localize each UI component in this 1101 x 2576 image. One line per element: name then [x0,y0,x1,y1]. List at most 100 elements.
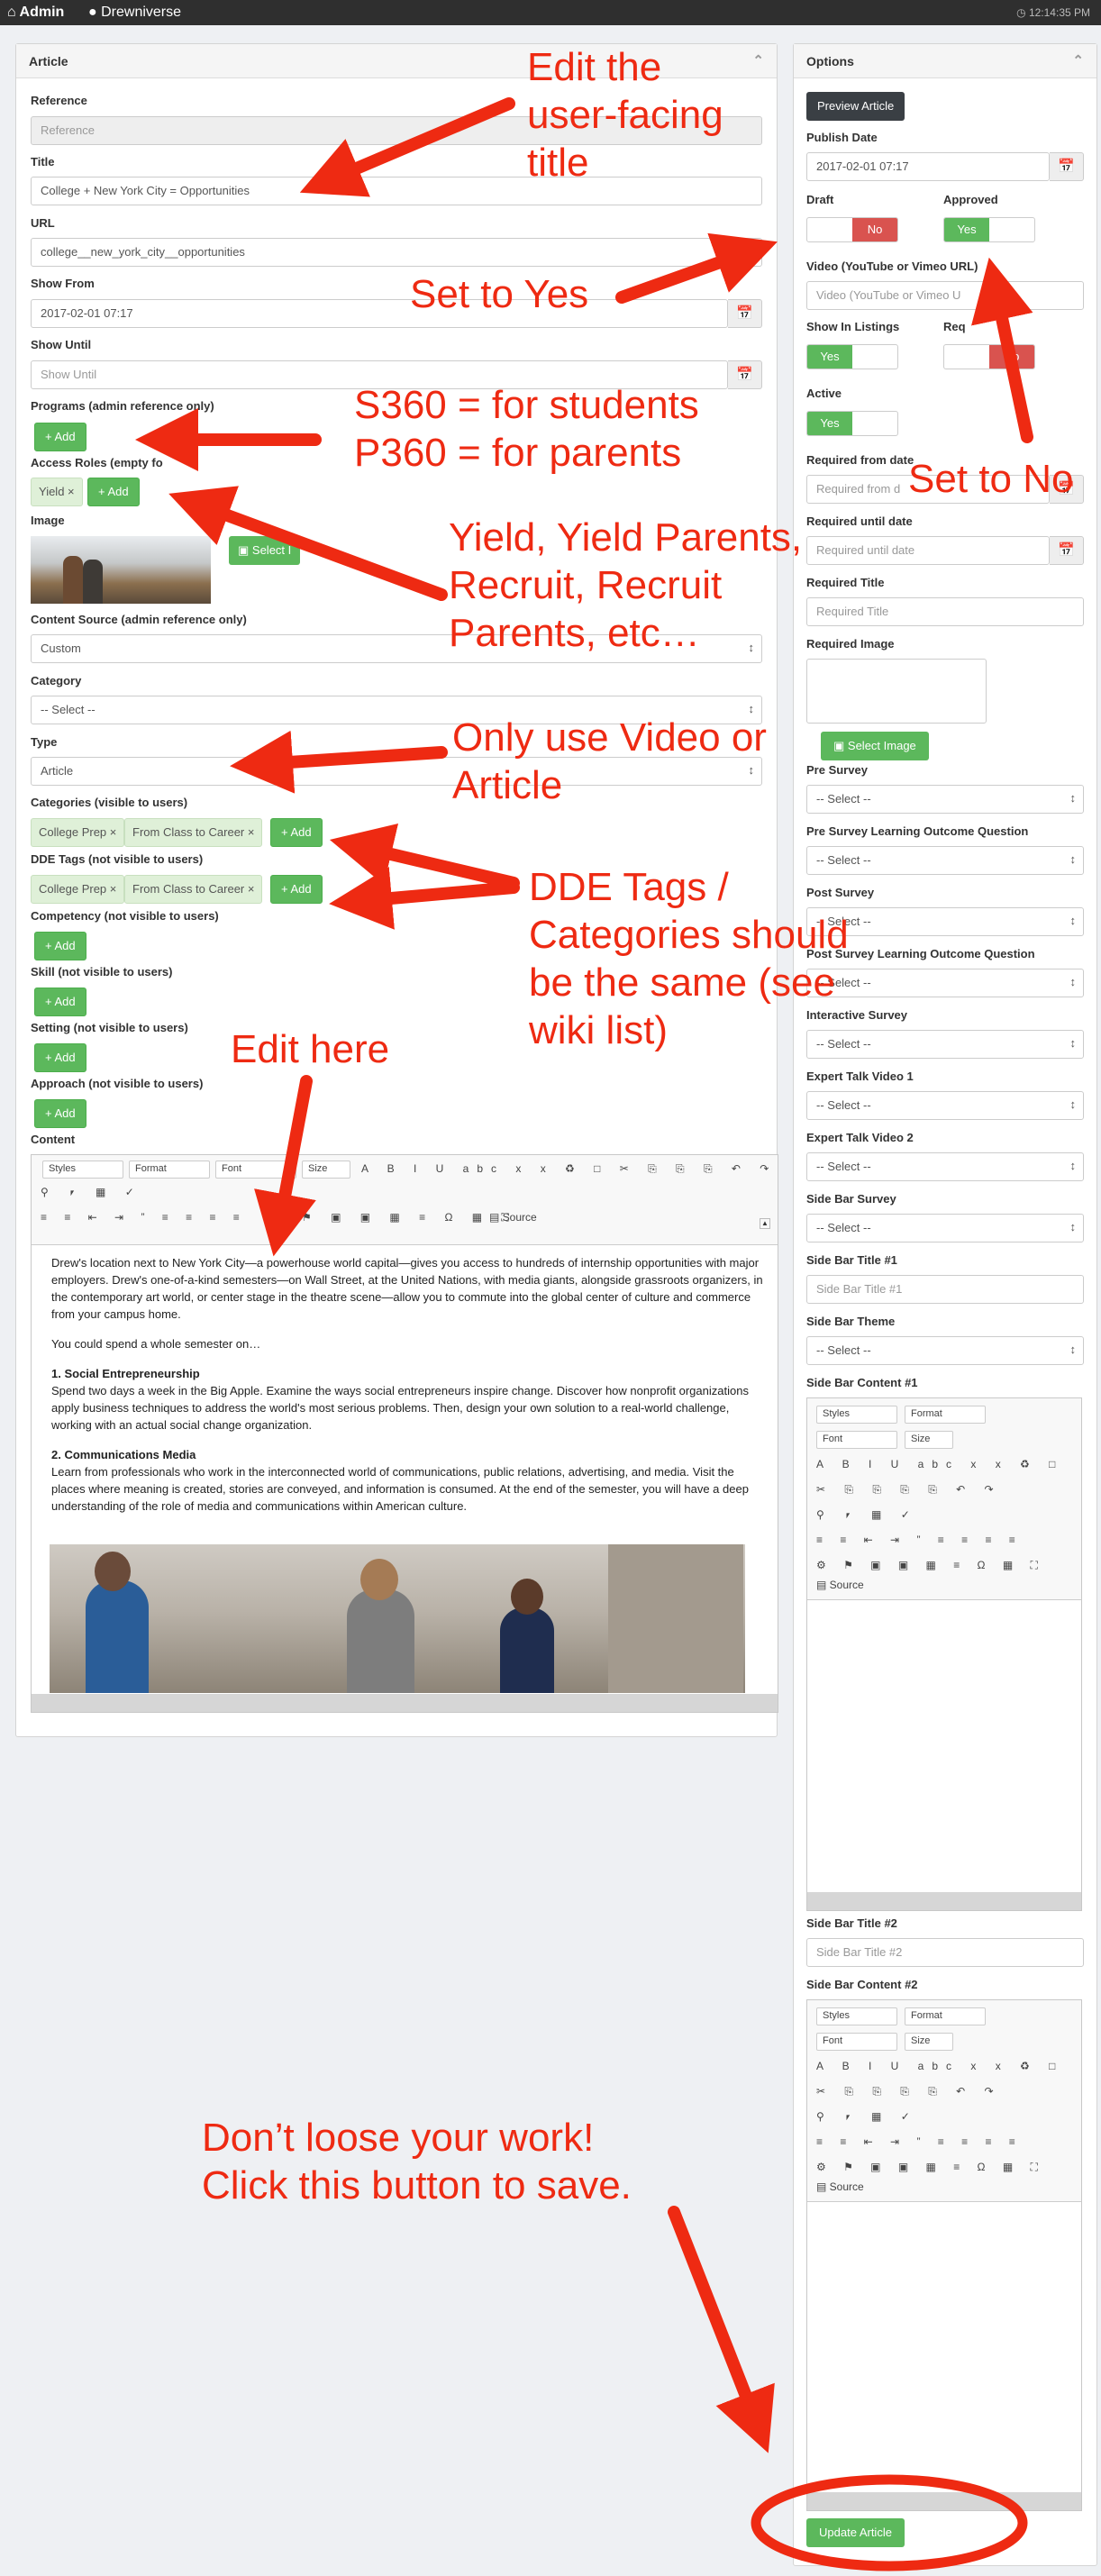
formatting-buttons[interactable]: A B I U abc x x ♻ □ [816,2060,1063,2080]
image-label: Image [31,514,65,527]
insert-buttons[interactable]: ⚙ ⚑ ▣ ▣ ▦ ≡ Ω ▦ ⛶ [816,1559,1045,1579]
publish-date-input[interactable]: 2017-02-01 07:17 [806,152,1050,181]
show-in-listings-toggle[interactable]: Yes [806,344,898,369]
side-bar-title-2-input[interactable]: Side Bar Title #2 [806,1938,1084,1967]
add-setting-button[interactable]: + Add [34,1043,86,1072]
collapse-icon[interactable]: ⌃ [1072,52,1084,68]
add-access-role-button[interactable]: + Add [87,478,140,506]
insert-buttons[interactable]: ⚙ ⚑ ▣ ▣ ▦ ≡ Ω ▦ ⛶ [816,2161,1045,2180]
side-bar-survey-label: Side Bar Survey [806,1192,896,1206]
add-approach-button[interactable]: + Add [34,1099,86,1128]
active-toggle[interactable]: Yes [806,411,898,436]
annotation-text: Set to No [908,457,1074,501]
format-dropdown[interactable]: Format [905,1406,986,1424]
select-image-button[interactable]: ▣ Select I [229,536,301,565]
required-until-label: Required until date [806,514,913,528]
tag-class-to-career[interactable]: From Class to Career × [124,875,263,904]
size-dropdown[interactable]: Size [905,2033,953,2051]
calendar-icon[interactable]: 📅 [1050,536,1084,565]
collapse-toolbar-icon[interactable]: ▲ [760,1218,770,1229]
side-bar-title-2-label: Side Bar Title #2 [806,1916,897,1930]
add-category-button[interactable]: + Add [270,818,323,847]
select-image-label: Select Image [847,739,916,752]
size-dropdown[interactable]: Size [302,1161,350,1179]
required-until-input[interactable]: Required until date [806,536,1050,565]
source-button[interactable]: ▤ Source [489,1211,537,1231]
font-dropdown[interactable]: Font [215,1161,296,1179]
approved-toggle[interactable]: Yes [943,217,1035,242]
collapse-icon[interactable]: ⌃ [752,52,764,68]
draft-toggle[interactable]: No [806,217,898,242]
clock-time: 12:14:35 PM [1028,6,1090,19]
required-toggle[interactable]: No [943,344,1035,369]
styles-dropdown[interactable]: Styles [816,2007,897,2025]
clipboard-buttons[interactable]: ✂ ⎘ ⎘ ⎘ ⎘ ↶ ↷ [816,1483,1002,1503]
expert-video-1-select[interactable]: -- Select -- [806,1091,1084,1120]
find-replace-buttons[interactable]: ⚲ ⎖ ▦ ✓ [816,2110,918,2130]
styles-dropdown[interactable]: Styles [42,1161,123,1179]
show-in-listings-label: Show In Listings [806,320,900,333]
setting-label: Setting (not visible to users) [31,1021,188,1034]
format-dropdown[interactable]: Format [129,1161,210,1179]
clipboard-buttons[interactable]: ✂ ⎘ ⎘ ⎘ ⎘ ↶ ↷ [816,2085,1002,2105]
site-label: Drewniverse [101,5,182,20]
required-select-image-button[interactable]: ▣ Select Image [821,732,929,760]
paragraph-buttons[interactable]: ≡ ≡ ⇤ ⇥ ” ≡ ≡ ≡ ≡ [41,1211,247,1231]
find-replace-buttons[interactable]: ⚲ ⎖ ▦ ✓ [41,1186,142,1206]
add-competency-button[interactable]: + Add [34,932,86,960]
expert-video-2-select[interactable]: -- Select -- [806,1152,1084,1181]
side-bar-title-1-input[interactable]: Side Bar Title #1 [806,1275,1084,1304]
admin-link[interactable]: ⌂ Admin [7,5,64,21]
add-program-button[interactable]: + Add [34,423,86,451]
content-paragraph: You could spend a whole semester on… [51,1337,261,1351]
show-from-input[interactable]: 2017-02-01 07:17 [31,299,728,328]
editor-content[interactable]: Drew's location next to New York City—a … [51,1254,763,1527]
pre-survey-select[interactable]: -- Select -- [806,785,1084,814]
annotation-type: Only use Video or Article [452,714,767,809]
preview-article-button[interactable]: Preview Article [806,92,905,121]
paragraph-buttons[interactable]: ≡ ≡ ⇤ ⇥ ” ≡ ≡ ≡ ≡ [816,2135,1023,2155]
side-bar-theme-select[interactable]: -- Select -- [806,1336,1084,1365]
annotation-text: Edit the user-facing title [527,45,723,185]
calendar-icon[interactable]: 📅 [728,360,762,389]
tag-class-to-career[interactable]: From Class to Career × [124,818,263,847]
tag-yield[interactable]: Yield × [31,478,83,506]
font-dropdown[interactable]: Font [816,1431,897,1449]
insert-buttons[interactable]: ⚑ ▣ ▣ ▦ ≡ Ω ▦ ⛶ [302,1211,517,1231]
approved-label: Approved [943,193,998,206]
editor-toolbar: Styles Format Font Size A B I U abc x x … [807,1398,1081,1600]
draft-label: Draft [806,193,834,206]
tag-college-prep[interactable]: College Prep × [31,818,125,847]
styles-dropdown[interactable]: Styles [816,1406,897,1424]
size-dropdown[interactable]: Size [905,1431,953,1449]
find-replace-buttons[interactable]: ⚲ ⎖ ▦ ✓ [816,1508,918,1528]
title-label: Title [31,155,55,168]
tag-college-prep[interactable]: College Prep × [31,875,125,904]
categories-label: Categories (visible to users) [31,796,188,809]
font-dropdown[interactable]: Font [816,2033,897,2051]
site-link[interactable]: ● Drewniverse [88,5,181,21]
update-article-button[interactable]: Update Article [806,2518,905,2547]
source-button[interactable]: ▤ Source [816,1579,864,1598]
add-dde-tag-button[interactable]: + Add [270,875,323,904]
side-bar-theme-label: Side Bar Theme [806,1315,896,1328]
required-title-label: Required Title [806,576,885,589]
arrow-update [668,2206,775,2453]
formatting-buttons[interactable]: A B I U abc x x ♻ □ [816,1458,1063,1478]
side-bar-survey-select[interactable]: -- Select -- [806,1214,1084,1242]
required-title-input[interactable]: Required Title [806,597,1084,626]
add-skill-button[interactable]: + Add [34,988,86,1016]
url-label: URL [31,216,55,230]
video-input[interactable]: Video (YouTube or Vimeo U [806,281,1084,310]
calendar-icon[interactable]: 📅 [1050,152,1084,181]
formatting-buttons[interactable]: A B I U abc x x ♻ □ ✂ ⎘ ⎘ ⎘ ↶ ↷ [361,1162,777,1182]
calendar-icon[interactable]: 📅 [728,299,762,328]
url-input[interactable]: college__new_york_city__opportunities [31,238,762,267]
annotation-set-no: Set to No [908,455,1073,503]
article-panel-title: Article [29,54,68,68]
paragraph-buttons[interactable]: ≡ ≡ ⇤ ⇥ ” ≡ ≡ ≡ ≡ [816,1534,1023,1553]
options-panel-title: Options [806,54,854,68]
source-button[interactable]: ▤ Source [816,2180,864,2200]
admin-label: Admin [19,5,65,20]
format-dropdown[interactable]: Format [905,2007,986,2025]
